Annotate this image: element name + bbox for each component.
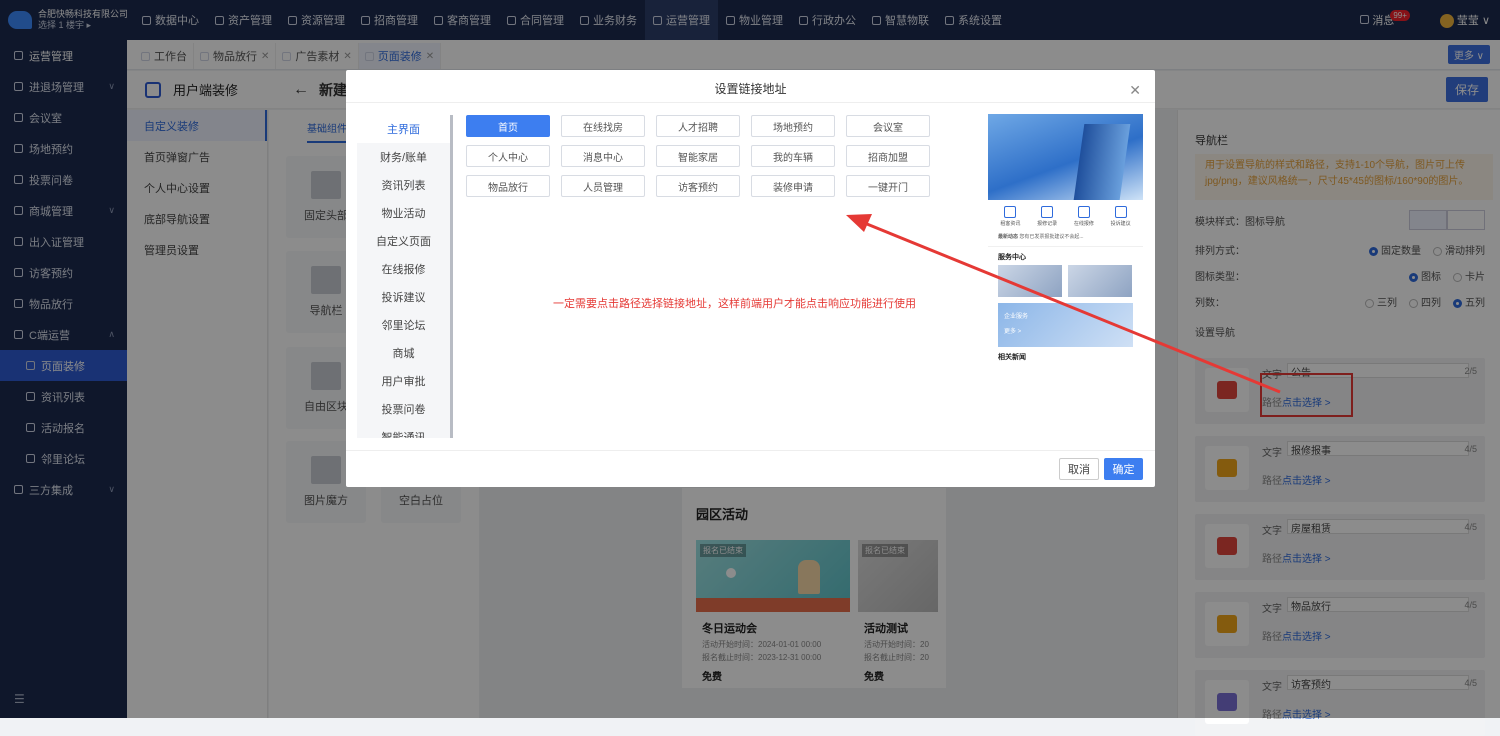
edit-record-icon bbox=[1041, 206, 1054, 218]
category-item[interactable]: 物业活动 bbox=[357, 199, 450, 227]
category-list: 主界面 财务/账单 资讯列表 物业活动 自定义页面 在线报修 投诉建议 邻里论坛 商城 用户审批投… bbox=[357, 115, 453, 438]
news-text: 您有已发票报批建议不会起... bbox=[1019, 234, 1084, 240]
preview-nav-item: 报修记录 bbox=[1037, 206, 1057, 227]
link-option[interactable]: 消息中心 bbox=[561, 145, 645, 167]
link-option[interactable]: 场地预约 bbox=[751, 115, 835, 137]
link-option[interactable]: 人员管理 bbox=[561, 175, 645, 197]
category-item[interactable]: 投票问卷 bbox=[357, 395, 450, 423]
link-option[interactable]: 我的车辆 bbox=[751, 145, 835, 167]
dialog-title: 设置链接地址 bbox=[714, 82, 787, 96]
preview-nav-item: 在线报修 bbox=[1074, 206, 1094, 227]
category-item[interactable]: 用户审批 bbox=[357, 367, 450, 395]
link-option[interactable]: 会议室 bbox=[846, 115, 930, 137]
category-item[interactable]: 投诉建议 bbox=[357, 283, 450, 311]
link-option[interactable]: 首页 bbox=[466, 115, 550, 137]
close-icon[interactable]: ✕ bbox=[1129, 82, 1141, 99]
preview-icon-label: 报修记录 bbox=[1037, 221, 1058, 227]
preview-hero-image bbox=[988, 114, 1143, 200]
link-option[interactable]: 招商加盟 bbox=[846, 145, 930, 167]
category-item[interactable]: 在线报修 bbox=[357, 255, 450, 283]
document-icon bbox=[1004, 206, 1017, 218]
preview-icon-label: 租客资讯 bbox=[1000, 221, 1021, 227]
preview-section-service: 服务中心 bbox=[998, 254, 1026, 261]
home-preview: 租客资讯 报修记录 在线报修 投诉建议 最新动态 您有已发票报批建议不会起...… bbox=[988, 114, 1143, 394]
cancel-button[interactable]: 取消 bbox=[1059, 458, 1099, 480]
confirm-button[interactable]: 确定 bbox=[1104, 458, 1143, 480]
preview-icon-label: 投诉建议 bbox=[1110, 221, 1131, 227]
link-option[interactable]: 访客预约 bbox=[656, 175, 740, 197]
preview-service-images bbox=[988, 265, 1143, 297]
preview-section-news: 相关新闻 bbox=[998, 354, 1026, 361]
preview-news: 最新动态 您有已发票报批建议不会起... bbox=[988, 227, 1143, 247]
banner-title: 企业服务 bbox=[1004, 314, 1029, 320]
preview-nav-item: 租客资讯 bbox=[1000, 206, 1020, 227]
link-dialog: 设置链接地址 ✕ 主界面 财务/账单 资讯列表 物业活动 自定义页面 在线报修 投诉建议 邻里… bbox=[346, 70, 1155, 487]
preview-nav-item: 投诉建议 bbox=[1111, 206, 1131, 227]
link-option[interactable]: 智能家居 bbox=[656, 145, 740, 167]
category-item[interactable]: 邻里论坛 bbox=[357, 311, 450, 339]
category-item[interactable]: 自定义页面 bbox=[357, 227, 450, 255]
link-option[interactable]: 人才招聘 bbox=[656, 115, 740, 137]
category-item[interactable]: 主界面 bbox=[357, 115, 450, 143]
preview-icon-label: 在线报修 bbox=[1073, 221, 1094, 227]
link-option[interactable]: 物品放行 bbox=[466, 175, 550, 197]
link-option[interactable]: 一键开门 bbox=[846, 175, 930, 197]
link-option[interactable]: 装修申请 bbox=[751, 175, 835, 197]
link-option[interactable]: 个人中心 bbox=[466, 145, 550, 167]
preview-banner: 企业服务更多 > bbox=[998, 303, 1133, 347]
annotation-text: 一定需要点击路径选择链接地址，这样前端用户才能点击响应功能进行使用 bbox=[553, 298, 916, 310]
category-item[interactable]: 智能通讯 bbox=[357, 423, 450, 438]
category-item[interactable]: 资讯列表 bbox=[357, 171, 450, 199]
category-item[interactable]: 财务/账单 bbox=[357, 143, 450, 171]
link-option[interactable]: 在线找房 bbox=[561, 115, 645, 137]
tools-icon bbox=[1077, 206, 1090, 218]
banner-button: 更多 > bbox=[1004, 329, 1022, 335]
category-item[interactable]: 商城 bbox=[357, 339, 450, 367]
feedback-icon bbox=[1114, 206, 1127, 218]
news-label: 最新动态 bbox=[998, 234, 1019, 240]
